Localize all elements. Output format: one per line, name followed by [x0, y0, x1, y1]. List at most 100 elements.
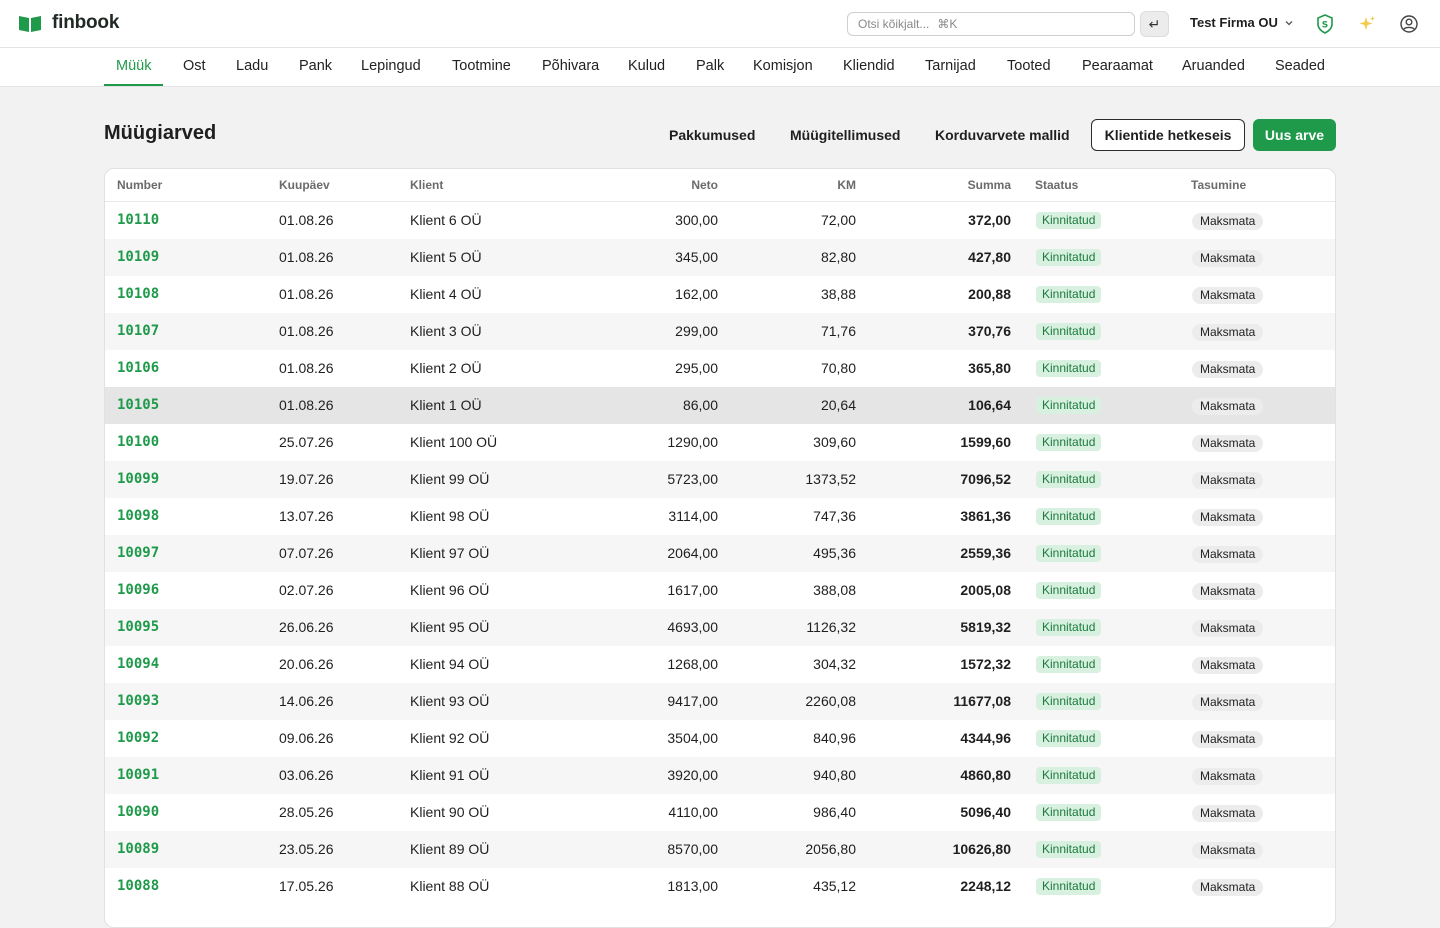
invoice-km: 71,76	[820, 323, 856, 339]
invoice-number-link[interactable]: 10100	[117, 434, 159, 450]
main-nav: Müük Ost Ladu Pank Lepingud Tootmine Põh…	[0, 48, 1440, 87]
search-input[interactable]: Otsi kõikjalt... ⌘K	[847, 12, 1135, 36]
invoice-number-link[interactable]: 10098	[117, 508, 159, 524]
column-header-km[interactable]: KM	[756, 178, 856, 192]
app-name: finbook	[52, 12, 120, 33]
invoice-number-link[interactable]: 10107	[117, 323, 159, 339]
link-muugitellimused[interactable]: Müügitellimused	[790, 127, 900, 143]
nav-item-ladu[interactable]: Ladu	[224, 48, 280, 86]
company-selector[interactable]: Test Firma OU	[1190, 15, 1294, 30]
table-row[interactable]: 10100 25.07.26 Klient 100 OÜ 1290,00 309,60 1…	[105, 424, 1335, 461]
invoice-number-link[interactable]: 10106	[117, 360, 159, 376]
invoice-number-link[interactable]: 10109	[117, 249, 159, 265]
invoice-number-link[interactable]: 10110	[117, 212, 159, 228]
clients-status-button[interactable]: Klientide hetkeseis	[1091, 119, 1245, 151]
invoice-neto: 9417,00	[667, 693, 718, 709]
table-row[interactable]: 10093 14.06.26 Klient 93 OÜ 9417,00 2260,08 1…	[105, 683, 1335, 720]
table-row[interactable]: 10091 03.06.26 Klient 91 OÜ 3920,00 940,80 48…	[105, 757, 1335, 794]
link-pakkumused[interactable]: Pakkumused	[669, 127, 755, 143]
invoice-neto: 4110,00	[668, 804, 718, 820]
new-invoice-button[interactable]: Uus arve	[1253, 119, 1336, 151]
nav-item-tooted[interactable]: Tooted	[995, 48, 1063, 86]
nav-item-palk[interactable]: Palk	[684, 48, 736, 86]
status-badge: Kinnitatud	[1036, 360, 1102, 377]
payment-badge: Maksmata	[1192, 657, 1264, 674]
invoice-date: 01.08.26	[279, 323, 334, 339]
logo[interactable]: finbook	[18, 12, 119, 34]
table-row[interactable]: 10110 01.08.26 Klient 6 OÜ 300,00 72,00 372,0…	[105, 202, 1335, 239]
search-enter-button[interactable]: ↵	[1140, 11, 1169, 37]
table-row[interactable]: 10098 13.07.26 Klient 98 OÜ 3114,00 747,36 38…	[105, 498, 1335, 535]
nav-item-pearaamat[interactable]: Pearaamat	[1070, 48, 1165, 86]
invoice-date: 19.07.26	[279, 471, 334, 487]
table-row[interactable]: 10099 19.07.26 Klient 99 OÜ 5723,00 1373,52 7…	[105, 461, 1335, 498]
nav-item-tootmine[interactable]: Tootmine	[440, 48, 523, 86]
account-icon[interactable]	[1398, 13, 1420, 35]
column-header-number[interactable]: Number	[117, 178, 162, 192]
nav-item-ost[interactable]: Ost	[171, 48, 218, 86]
table-row[interactable]: 10096 02.07.26 Klient 96 OÜ 1617,00 388,08 20…	[105, 572, 1335, 609]
column-header-date[interactable]: Kuupäev	[279, 178, 330, 192]
table-row[interactable]: 10089 23.05.26 Klient 89 OÜ 8570,00 2056,80 1…	[105, 831, 1335, 868]
invoice-neto: 3920,00	[667, 767, 718, 783]
invoice-number-link[interactable]: 10091	[117, 767, 159, 783]
nav-item-kliendid[interactable]: Kliendid	[831, 48, 907, 86]
nav-item-kulud[interactable]: Kulud	[616, 48, 677, 86]
invoice-number-link[interactable]: 10090	[117, 804, 159, 820]
table-row[interactable]: 10106 01.08.26 Klient 2 OÜ 295,00 70,80 365,8…	[105, 350, 1335, 387]
invoice-km: 72,00	[820, 212, 856, 228]
nav-item-pohivara[interactable]: Põhivara	[530, 48, 611, 86]
sparkle-icon[interactable]	[1356, 13, 1378, 35]
nav-item-aruanded[interactable]: Aruanded	[1170, 48, 1257, 86]
payment-badge: Maksmata	[1192, 805, 1264, 822]
table-row[interactable]: 10109 01.08.26 Klient 5 OÜ 345,00 82,80 427,8…	[105, 239, 1335, 276]
table-row[interactable]: 10094 20.06.26 Klient 94 OÜ 1268,00 304,32 15…	[105, 646, 1335, 683]
table-row[interactable]: 10105 01.08.26 Klient 1 OÜ 86,00 20,64 106,64…	[105, 387, 1335, 424]
link-korduvarvete-mallid[interactable]: Korduvarvete mallid	[935, 127, 1070, 143]
invoice-number-link[interactable]: 10105	[117, 397, 159, 413]
invoice-date: 09.06.26	[279, 730, 334, 746]
table-row[interactable]: 10097 07.07.26 Klient 97 OÜ 2064,00 495,36 25…	[105, 535, 1335, 572]
invoice-date: 28.05.26	[279, 804, 334, 820]
table-row[interactable]: 10107 01.08.26 Klient 3 OÜ 299,00 71,76 370,7…	[105, 313, 1335, 350]
nav-item-muuk[interactable]: Müük	[104, 48, 164, 86]
table-row[interactable]: 10095 26.06.26 Klient 95 OÜ 4693,00 1126,32 5…	[105, 609, 1335, 646]
nav-item-pank[interactable]: Pank	[287, 48, 344, 86]
table-row[interactable]: 10092 09.06.26 Klient 92 OÜ 3504,00 840,96 43…	[105, 720, 1335, 757]
table-row[interactable]: 10088 17.05.26 Klient 88 OÜ 1813,00 435,12 22…	[105, 868, 1335, 905]
column-header-neto[interactable]: Neto	[618, 178, 718, 192]
invoice-client: Klient 95 OÜ	[410, 619, 490, 635]
invoice-number-link[interactable]: 10094	[117, 656, 159, 672]
invoice-number-link[interactable]: 10089	[117, 841, 159, 857]
nav-item-tarnijad[interactable]: Tarnijad	[913, 48, 988, 86]
invoice-client: Klient 4 OÜ	[410, 286, 482, 302]
table-row[interactable]: 10108 01.08.26 Klient 4 OÜ 162,00 38,88 200,8…	[105, 276, 1335, 313]
invoice-number-link[interactable]: 10088	[117, 878, 159, 894]
nav-item-komisjon[interactable]: Komisjon	[741, 48, 825, 86]
invoice-sum: 2248,12	[960, 878, 1011, 894]
nav-item-seaded[interactable]: Seaded	[1263, 48, 1337, 86]
invoice-number-link[interactable]: 10097	[117, 545, 159, 561]
invoice-neto: 2064,00	[667, 545, 718, 561]
payment-badge: Maksmata	[1192, 731, 1264, 748]
search-placeholder: Otsi kõikjalt...	[858, 17, 930, 31]
invoice-number-link[interactable]: 10099	[117, 471, 159, 487]
invoice-number-link[interactable]: 10095	[117, 619, 159, 635]
column-header-status[interactable]: Staatus	[1035, 178, 1078, 192]
table-row[interactable]: 10090 28.05.26 Klient 90 OÜ 4110,00 986,40 50…	[105, 794, 1335, 831]
nav-item-lepingud[interactable]: Lepingud	[349, 48, 433, 86]
shield-icon[interactable]: S	[1314, 13, 1336, 35]
column-header-client[interactable]: Klient	[410, 178, 443, 192]
invoice-sum: 372,00	[968, 212, 1011, 228]
invoice-number-link[interactable]: 10092	[117, 730, 159, 746]
invoice-number-link[interactable]: 10093	[117, 693, 159, 709]
column-header-payment[interactable]: Tasumine	[1191, 178, 1246, 192]
invoice-sum: 1599,60	[960, 434, 1011, 450]
invoice-client: Klient 3 OÜ	[410, 323, 482, 339]
payment-badge: Maksmata	[1192, 694, 1264, 711]
column-header-sum[interactable]: Summa	[911, 178, 1011, 192]
invoice-number-link[interactable]: 10096	[117, 582, 159, 598]
invoice-neto: 3114,00	[668, 508, 718, 524]
invoice-number-link[interactable]: 10108	[117, 286, 159, 302]
payment-badge: Maksmata	[1192, 842, 1264, 859]
